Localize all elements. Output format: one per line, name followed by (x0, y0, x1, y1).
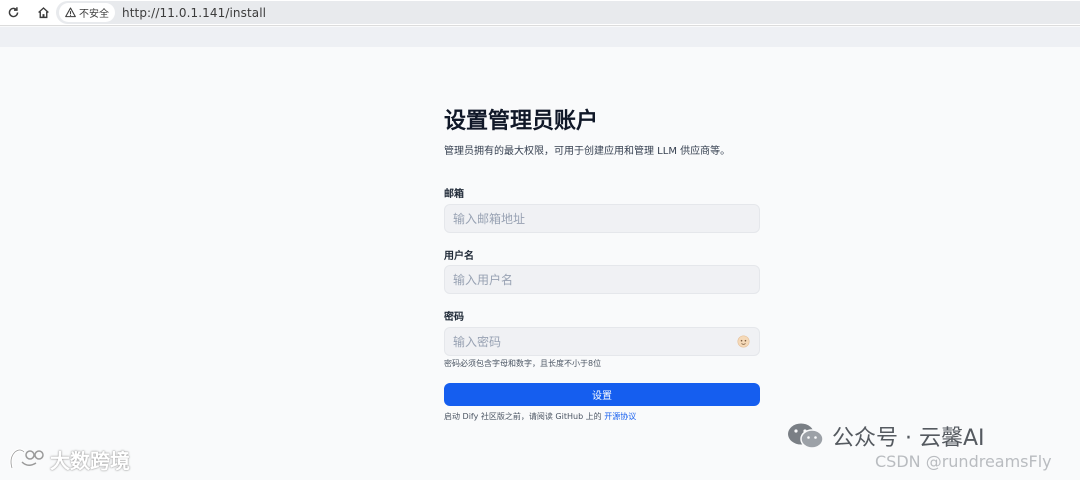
wechat-icon (788, 423, 824, 449)
watermark-right: 公众号 · 云馨AI (786, 420, 985, 452)
watermark-csdn: CSDN @rundreamsFly (875, 452, 1052, 471)
password-hint: 密码必须包含字母和数字，且长度不小于8位 (444, 359, 602, 368)
watermark-left: 大数跨境 (8, 444, 130, 474)
email-label: 邮箱 (444, 189, 464, 200)
license-link[interactable]: 开源协议 (604, 412, 636, 421)
brand-logo-icon (9, 448, 44, 469)
password-label: 密码 (444, 312, 464, 323)
reload-button[interactable] (0, 0, 26, 26)
security-indicator[interactable]: 不安全 (59, 3, 115, 22)
url-text[interactable]: http://11.0.1.141/install (122, 6, 266, 20)
page-title: 设置管理员账户 (444, 109, 599, 134)
security-label: 不安全 (79, 9, 109, 20)
watermark-right-text: 公众号 · 云馨AI (832, 426, 985, 451)
reload-icon (8, 7, 18, 18)
eye-icon[interactable] (737, 335, 750, 348)
email-field[interactable] (444, 204, 760, 233)
license-note-text: 启动 Dify 社区版之前，请阅读 GitHub 上的 (444, 412, 605, 421)
browser-toolbar: 不安全 http://11.0.1.141/install (0, 0, 1080, 26)
password-field[interactable] (444, 327, 760, 356)
home-icon (37, 7, 49, 19)
setup-submit-button[interactable]: 设置 (444, 383, 760, 406)
install-form: 设置管理员账户 管理员拥有的最大权限，可用于创建应用和管理 LLM 供应商等。 … (444, 105, 760, 421)
home-button[interactable] (30, 0, 56, 26)
username-field[interactable] (444, 265, 760, 294)
page-subtitle: 管理员拥有的最大权限，可用于创建应用和管理 LLM 供应商等。 (444, 146, 731, 157)
license-note: 启动 Dify 社区版之前，请阅读 GitHub 上的 开源协议 (444, 411, 636, 422)
address-bar[interactable]: 不安全 http://11.0.1.141/install (56, 1, 1080, 24)
warning-icon (65, 7, 76, 18)
watermark-left-text: 大数跨境 (50, 448, 130, 473)
app-header-strip (0, 27, 1080, 47)
username-label: 用户名 (444, 251, 474, 262)
